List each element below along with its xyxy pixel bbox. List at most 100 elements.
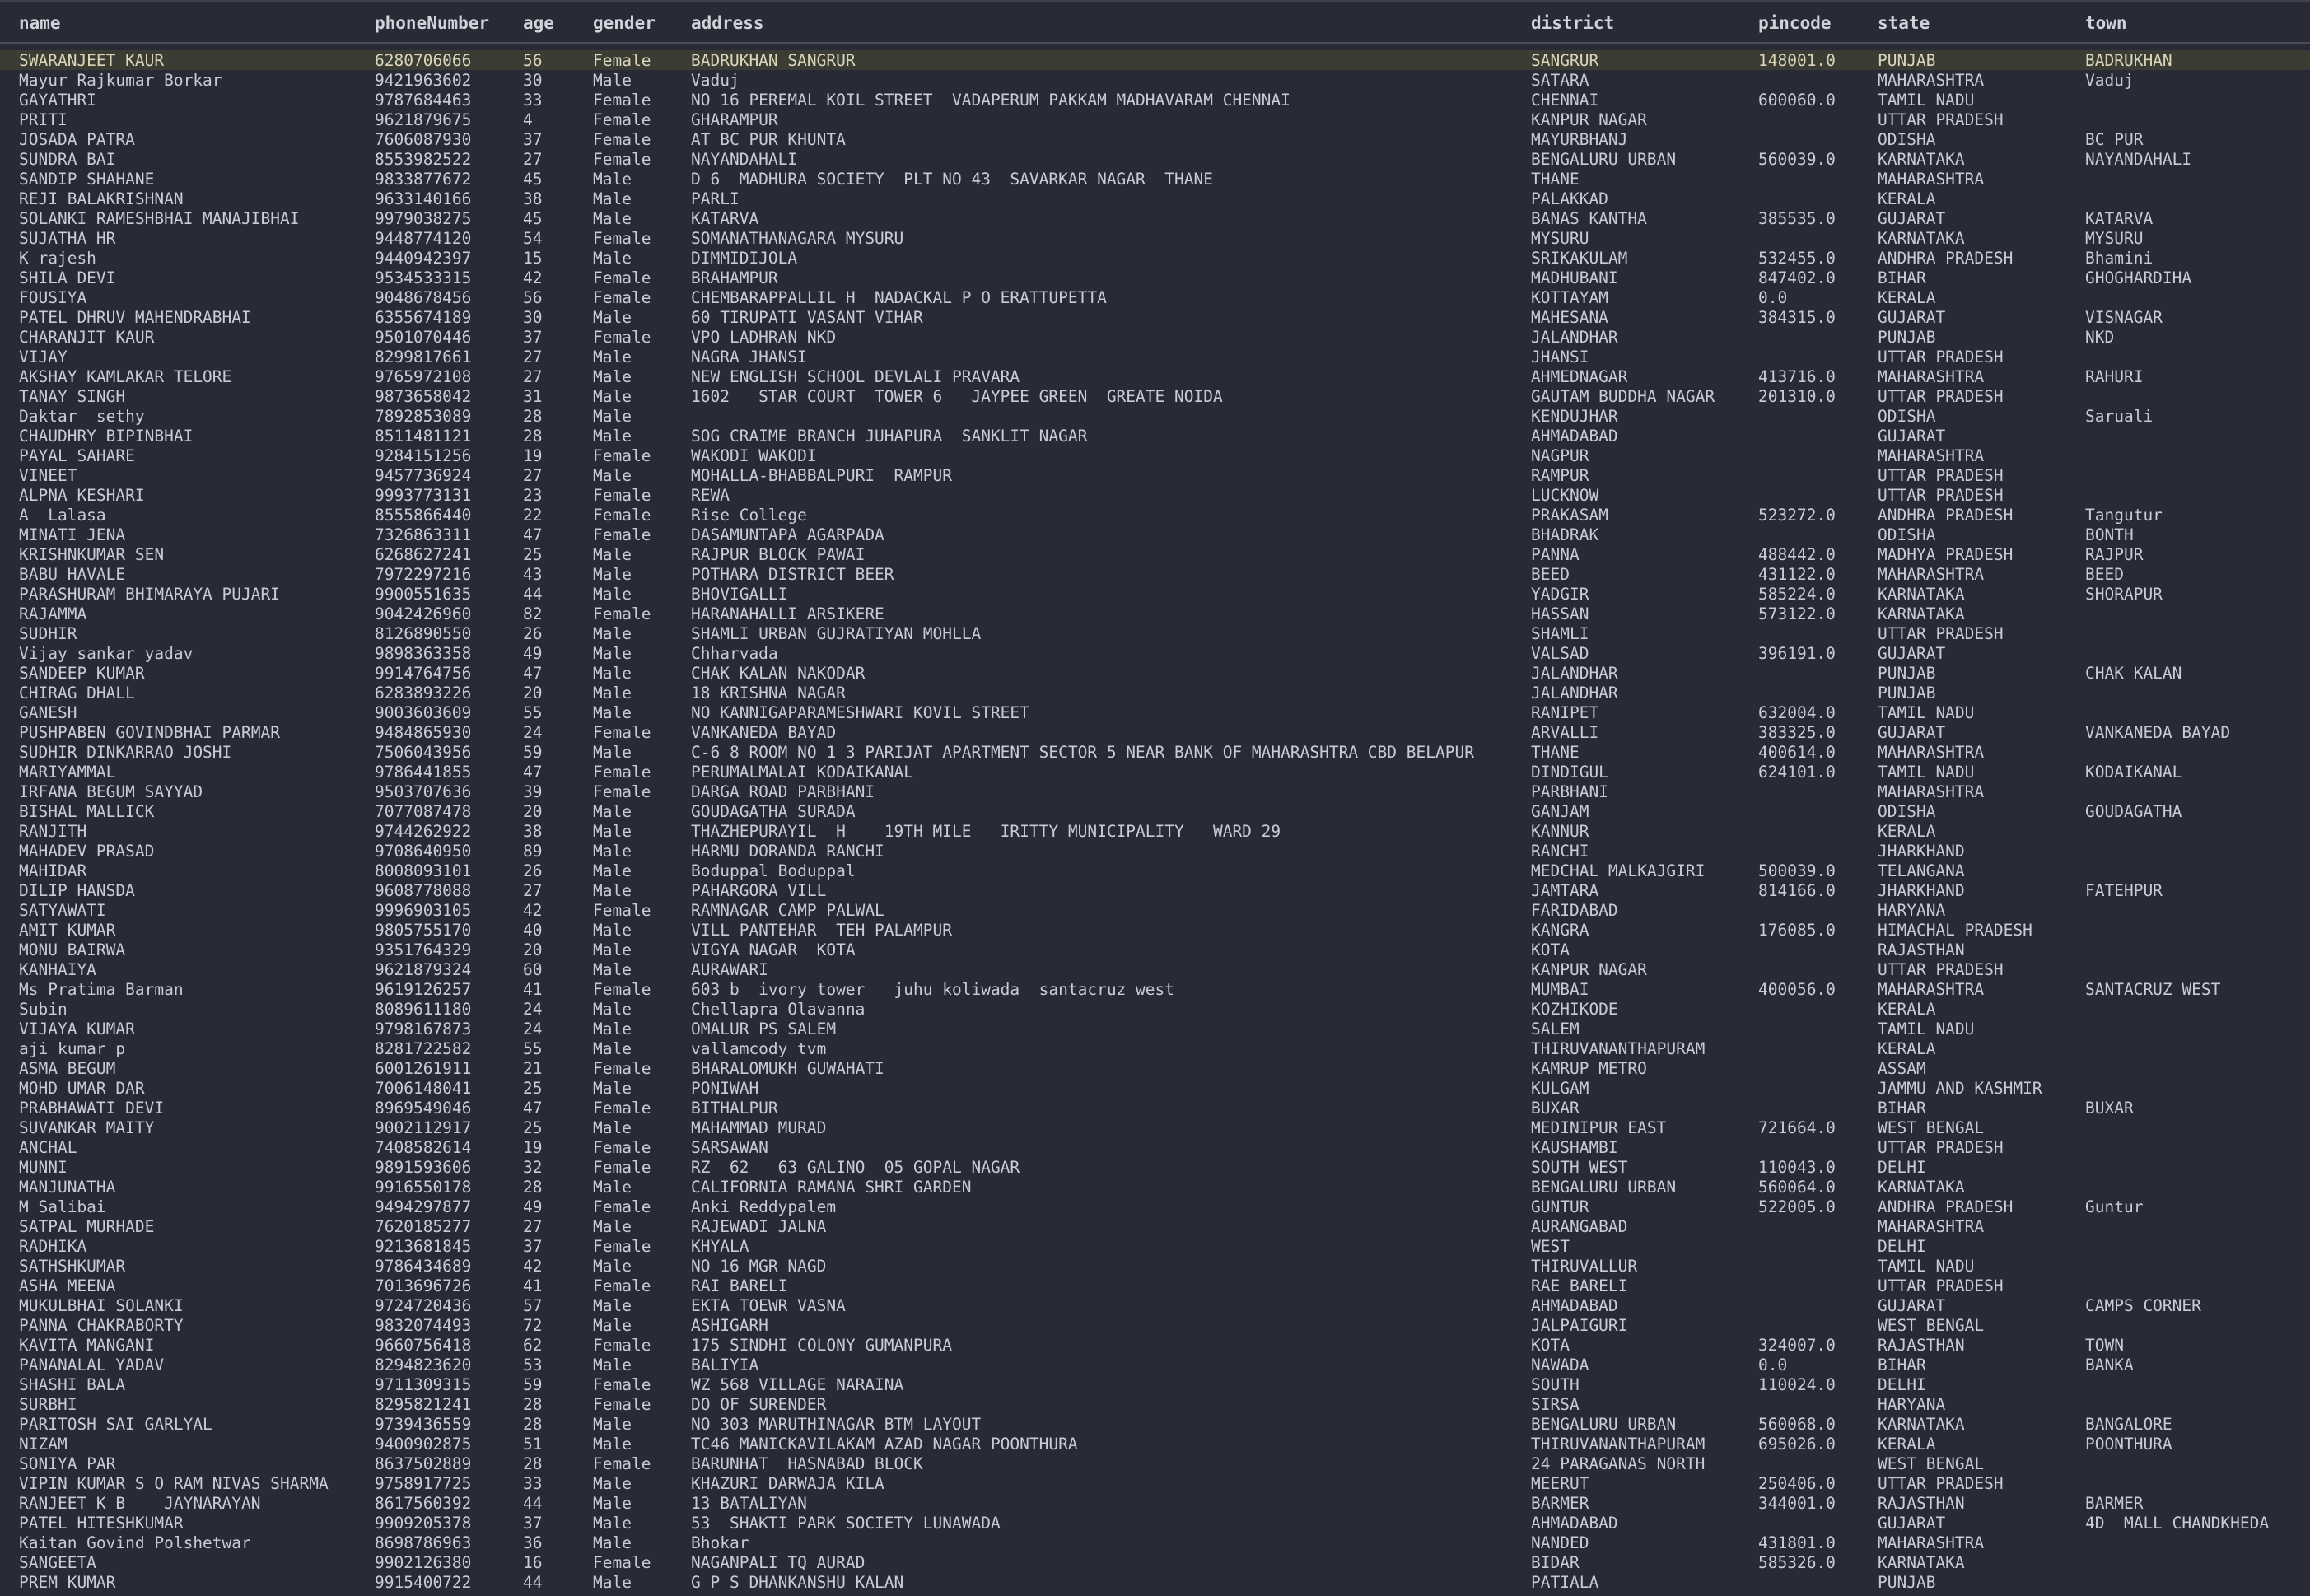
table-row[interactable]: SUVANKAR MAITY 9002112917 25 Male MAHAMMAD M…	[0, 1118, 2310, 1137]
table-row[interactable]: AKSHAY KAMLAKAR TELORE 9765972108 27 Male NE…	[0, 366, 2310, 386]
table-row[interactable]: SATPAL MURHADE 7620185277 27 Male RAJEWADI J…	[0, 1216, 2310, 1236]
table-row[interactable]: A Lalasa 8555866440 22 Female Rise College PR…	[0, 505, 2310, 525]
column-header-age[interactable]: age	[523, 13, 554, 33]
table-row[interactable]: IRFANA BEGUM SAYYAD 9503707636 39 Female DAR…	[0, 782, 2310, 801]
table-row[interactable]: Subin 8089611180 24 Male Chellapra Olavanna K…	[0, 999, 2310, 1019]
table-row[interactable]: PRITI 9621879675 4 Female GHARAMPUR KANPUR NA…	[0, 110, 2310, 129]
table-row[interactable]: REJI BALAKRISHNAN 9633140166 38 Male PARLI PA…	[0, 189, 2310, 208]
table-row[interactable]: SHILA DEVI 9534533315 42 Female BRAHAMPUR MAD…	[0, 268, 2310, 287]
table-row[interactable]: SONIYA PAR 8637502889 28 Female BARUNHAT HAS…	[0, 1454, 2310, 1473]
table-row[interactable]: M Salibai 9494297877 49 Female Anki Reddypal…	[0, 1197, 2310, 1216]
cell-address: 603 b ivory tower juhu koliwada santacru…	[691, 980, 1174, 999]
table-row[interactable]: SOLANKI RAMESHBHAI MANAJIBHAI 9979038275 4…	[0, 208, 2310, 228]
table-row[interactable]: MOHD UMAR DAR 7006148041 25 Male PONIWAH KULG…	[0, 1078, 2310, 1098]
table-row[interactable]: RANJITH 9744262922 38 Male THAZHEPURAYIL H 1…	[0, 821, 2310, 841]
cell-phone-number: 9421963602	[375, 71, 472, 90]
table-row[interactable]: MUNNI 9891593606 32 Female RZ 62 63 GALINO 0…	[0, 1157, 2310, 1177]
table-row[interactable]: PREM KUMAR 9915400722 44 Male G P S DHANKANS…	[0, 1572, 2310, 1592]
table-row[interactable]: ANCHAL 7408582614 19 Female SARSAWAN KAUSHAMB…	[0, 1137, 2310, 1157]
column-header-district[interactable]: district	[1531, 13, 1614, 33]
cell-district: DINDIGUL	[1531, 763, 1608, 782]
cell-address: CALIFORNIA RAMANA SHRI GARDEN	[691, 1178, 972, 1197]
cell-phone-number: 7408582614	[375, 1138, 472, 1157]
table-row[interactable]: MINATI JENA 7326863311 47 Female DASAMUNTAPA…	[0, 525, 2310, 544]
table-row[interactable]: SUJATHA HR 9448774120 54 Female SOMANATHANAG…	[0, 228, 2310, 248]
table-row[interactable]: ASMA BEGUM 6001261911 21 Female BHARALOMUKH …	[0, 1058, 2310, 1078]
table-row[interactable]: MUKULBHAI SOLANKI 9724720436 57 Male EKTA TO…	[0, 1295, 2310, 1315]
table-row[interactable]: PRABHAWATI DEVI 8969549046 47 Female BITHALP…	[0, 1098, 2310, 1118]
table-row[interactable]: PUSHPABEN GOVINDBHAI PARMAR 9484865930 24 F…	[0, 722, 2310, 742]
table-row[interactable]: RAJAMMA 9042426960 82 Female HARANAHALLI ARS…	[0, 604, 2310, 623]
table-row[interactable]: ALPNA KESHARI 9993773131 23 Female REWA LUCKN…	[0, 485, 2310, 505]
table-row[interactable]: VINEET 9457736924 27 Male MOHALLA-BHABBALPUR…	[0, 465, 2310, 485]
table-row[interactable]: GANESH 9003603609 55 Male NO KANNIGAPARAMESH…	[0, 702, 2310, 722]
column-header-name[interactable]: name	[19, 13, 61, 33]
table-row[interactable]: RADHIKA 9213681845 37 Female KHYALA WEST DELHI	[0, 1236, 2310, 1256]
cell-gender: Male	[593, 1178, 632, 1197]
table-row[interactable]: MANJUNATHA 9916550178 28 Male CALIFORNIA RAM…	[0, 1177, 2310, 1197]
table-row[interactable]: PATEL HITESHKUMAR 9909205378 37 Male 53 SHAK…	[0, 1513, 2310, 1533]
table-row[interactable]: PARITOSH SAI GARLYAL 9739436559 28 Male NO 3…	[0, 1414, 2310, 1434]
table-row[interactable]: Daktar sethy 7892853089 28 Male KENDUJHAR ODI…	[0, 406, 2310, 426]
table-row[interactable]: KAVITA MANGANI 9660756418 62 Female 175 SIND…	[0, 1335, 2310, 1355]
table-row[interactable]: GAYATHRI 9787684463 33 Female NO 16 PEREMAL …	[0, 90, 2310, 110]
table-row[interactable]: RANJEET K B JAYNARAYAN 8617560392 44 Male 13…	[0, 1493, 2310, 1513]
table-row[interactable]: CHARANJIT KAUR 9501070446 37 Female VPO LADH…	[0, 327, 2310, 347]
table-row[interactable]: Kaitan Govind Polshetwar 8698786963 36 Male…	[0, 1533, 2310, 1552]
table-row[interactable]: SATYAWATI 9996903105 42 Female RAMNAGAR CAMP…	[0, 900, 2310, 920]
table-row[interactable]: SHASHI BALA 9711309315 59 Female WZ 568 VILL…	[0, 1374, 2310, 1394]
table-row[interactable]: KANHAIYA 9621879324 60 Male AURAWARI KANPUR N…	[0, 959, 2310, 979]
table-row[interactable]: SURBHI 8295821241 28 Female DO OF SURENDER SI…	[0, 1394, 2310, 1414]
table-row[interactable]: NIZAM 9400902875 51 Male TC46 MANICKAVILAKAM…	[0, 1434, 2310, 1454]
table-row[interactable]: AMIT KUMAR 9805755170 40 Male VILL PANTEHAR …	[0, 920, 2310, 940]
table-row[interactable]: SUDHIR 8126890550 26 Male SHAMLI URBAN GUJRA…	[0, 623, 2310, 643]
column-header-pincode[interactable]: pincode	[1758, 13, 1832, 33]
cell-state: UTTAR PRADESH	[1878, 1474, 2004, 1493]
table-row[interactable]: PARASHURAM BHIMARAYA PUJARI 9900551635 44 M…	[0, 584, 2310, 604]
table-row[interactable]: Ms Pratima Barman 9619126257 41 Female 603 b…	[0, 979, 2310, 999]
table-row[interactable]: SATHSHKUMAR 9786434689 42 Male NO 16 MGR NAG…	[0, 1256, 2310, 1276]
table-row[interactable]: KRISHNKUMAR SEN 6268627241 25 Male RAJPUR BL…	[0, 544, 2310, 564]
table-row[interactable]: MARIYAMMAL 9786441855 47 Female PERUMALMALAI…	[0, 762, 2310, 782]
table-row[interactable]: CHAUDHRY BIPINBHAI 8511481121 28 Male SOG CR…	[0, 426, 2310, 446]
table-row[interactable]: SANDIP SHAHANE 9833877672 45 Male D 6 MADHUR…	[0, 169, 2310, 189]
cell-state: GUJARAT	[1878, 209, 1946, 228]
table-row[interactable]: BISHAL MALLICK 7077087478 20 Male GOUDAGATHA…	[0, 801, 2310, 821]
table-row[interactable]: JOSADA PATRA 7606087930 37 Female AT BC PUR …	[0, 129, 2310, 149]
column-header-phone-number[interactable]: phoneNumber	[375, 13, 489, 33]
table-row[interactable]: MAHIDAR 8008093101 26 Male Boduppal Boduppal…	[0, 861, 2310, 880]
table-row[interactable]: MAHADEV PRASAD 9708640950 89 Male HARMU DORA…	[0, 841, 2310, 861]
table-row[interactable]: VIJAYA KUMAR 9798167873 24 Male OMALUR PS SA…	[0, 1019, 2310, 1038]
table-row[interactable]: VIPIN KUMAR S O RAM NIVAS SHARMA 97589177…	[0, 1473, 2310, 1493]
cell-name: DILIP HANSDA	[19, 881, 135, 900]
column-header-gender[interactable]: gender	[593, 13, 656, 33]
table-row[interactable]: MONU BAIRWA 9351764329 20 Male VIGYA NAGAR K…	[0, 940, 2310, 959]
table-row[interactable]: PANANALAL YADAV 8294823620 53 Male BALIYIA NA…	[0, 1355, 2310, 1374]
table-row[interactable]: Vijay sankar yadav 9898363358 49 Male Chharv…	[0, 643, 2310, 663]
table-row[interactable]: K rajesh 9440942397 15 Male DIMMIDIJOLA SRIKA…	[0, 248, 2310, 268]
cell-town: VISNAGAR	[2085, 308, 2163, 327]
table-row[interactable]: CHIRAG DHALL 6283893226 20 Male 18 KRISHNA N…	[0, 683, 2310, 702]
table-row[interactable]: ASHA MEENA 7013696726 41 Female RAI BARELI RA…	[0, 1276, 2310, 1295]
cell-age: 40	[523, 921, 543, 940]
table-row[interactable]: TANAY SINGH 9873658042 31 Male 1602 STAR COU…	[0, 386, 2310, 406]
table-row[interactable]: aji kumar p 8281722582 55 Male vallamcody tv…	[0, 1038, 2310, 1058]
table-row[interactable]: SWARANJEET KAUR 6280706066 56 Female BADRUKH…	[0, 50, 2310, 70]
table-row[interactable]: FOUSIYA 9048678456 56 Female CHEMBARAPPALLIL…	[0, 287, 2310, 307]
table-row[interactable]: PATEL DHRUV MAHENDRABHAI 6355674189 30 Male…	[0, 307, 2310, 327]
table-row[interactable]: SANDEEP KUMAR 9914764756 47 Male CHAK KALAN …	[0, 663, 2310, 683]
table-row[interactable]: SANGEETA 9902126380 16 Female NAGANPALI TQ A…	[0, 1552, 2310, 1572]
cell-address: SOMANATHANAGARA MYSURU	[691, 229, 904, 248]
table-row[interactable]: VIJAY 8299817661 27 Male NAGRA JHANSI JHANSI U…	[0, 347, 2310, 366]
table-row[interactable]: BABU HAVALE 7972297216 43 Male POTHARA DISTR…	[0, 564, 2310, 584]
table-row[interactable]: SUDHIR DINKARRAO JOSHI 7506043956 59 Male C-…	[0, 742, 2310, 762]
column-header-state[interactable]: state	[1878, 13, 1930, 33]
table-row[interactable]: PAYAL SAHARE 9284151256 19 Female WAKODI WAK…	[0, 446, 2310, 465]
table-row[interactable]: DILIP HANSDA 9608778088 27 Male PAHARGORA VI…	[0, 880, 2310, 900]
table-row[interactable]: Mayur Rajkumar Borkar 9421963602 30 Male Vad…	[0, 70, 2310, 90]
column-header-address[interactable]: address	[691, 13, 764, 33]
table-row[interactable]: PANNA CHAKRABORTY 9832074493 72 Male ASHIGAR…	[0, 1315, 2310, 1335]
cell-age: 42	[523, 901, 543, 920]
table-row[interactable]: SUNDRA BAI 8553982522 27 Female NAYANDAHALI B…	[0, 149, 2310, 169]
column-header-town[interactable]: town	[2085, 13, 2127, 33]
